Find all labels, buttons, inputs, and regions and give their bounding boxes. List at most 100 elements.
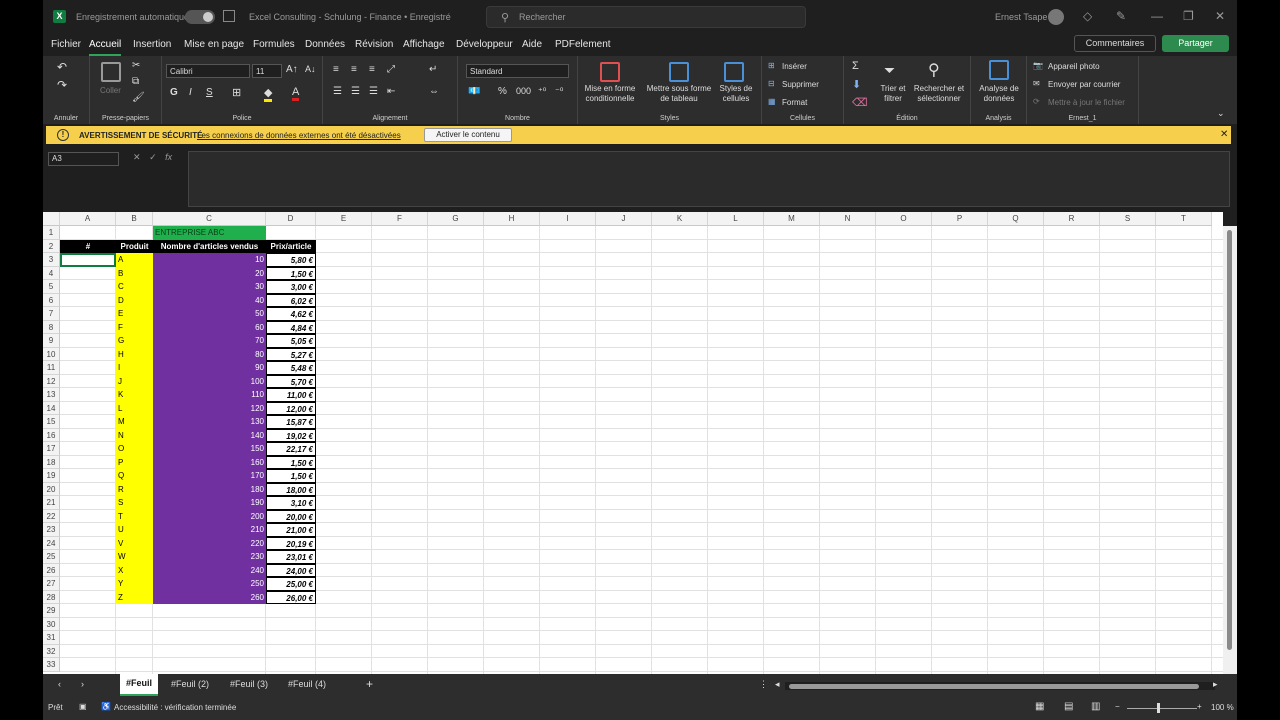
- tab-fichier[interactable]: Fichier: [51, 39, 81, 50]
- sheet-tab-feuil-3[interactable]: #Feuil (3): [230, 679, 268, 689]
- product-cell[interactable]: C: [116, 280, 153, 294]
- product-cell[interactable]: E: [116, 307, 153, 321]
- page-break-icon[interactable]: ▥: [1091, 701, 1100, 712]
- quantity-cell[interactable]: 180: [153, 482, 266, 496]
- bold-button[interactable]: G: [170, 87, 178, 98]
- row-header[interactable]: 28: [43, 590, 60, 604]
- insert-button[interactable]: Insérer: [782, 62, 807, 71]
- tab-insertion[interactable]: Insertion: [133, 39, 171, 50]
- diamond-icon[interactable]: ◇: [1083, 9, 1092, 23]
- price-cell[interactable]: 5,48 €: [266, 361, 316, 375]
- product-cell[interactable]: P: [116, 455, 153, 469]
- tab-pdfelement[interactable]: PDFelement: [555, 39, 611, 50]
- name-box[interactable]: A3: [48, 152, 119, 166]
- price-cell[interactable]: 3,10 €: [266, 496, 316, 510]
- row-header[interactable]: 30: [43, 617, 60, 631]
- product-cell[interactable]: U: [116, 523, 153, 537]
- quantity-cell[interactable]: 190: [153, 496, 266, 510]
- number-format-select[interactable]: Standard: [466, 64, 569, 78]
- price-cell[interactable]: 24,00 €: [266, 563, 316, 577]
- cell-styles-icon[interactable]: [724, 62, 744, 82]
- price-cell[interactable]: 19,02 €: [266, 428, 316, 442]
- column-header-q[interactable]: Q: [988, 212, 1044, 226]
- product-cell[interactable]: I: [116, 361, 153, 375]
- update-file-button[interactable]: Mettre à jour le fichier: [1048, 98, 1125, 107]
- sheet-tab-feuil-4[interactable]: #Feuil (4): [288, 679, 326, 689]
- paste-icon[interactable]: [101, 62, 121, 82]
- accessibility-status[interactable]: Accessibilité : vérification terminée: [114, 703, 236, 712]
- product-cell[interactable]: A: [116, 253, 153, 267]
- format-button[interactable]: Format: [782, 98, 807, 107]
- column-header-s[interactable]: S: [1100, 212, 1156, 226]
- header-cell[interactable]: Prix/article: [266, 239, 316, 253]
- row-header[interactable]: 17: [43, 442, 60, 456]
- close-icon[interactable]: ✕: [1215, 9, 1225, 23]
- close-icon[interactable]: ✕: [1220, 129, 1228, 140]
- font-color-icon[interactable]: A: [292, 86, 300, 101]
- send-mail-button[interactable]: Envoyer par courrier: [1048, 80, 1120, 89]
- worksheet-grid[interactable]: A B C D E F G H I J K L M N O P Q R S T 1 2 3 4 5 6 7 8 9 10 11 12 13 14 1…: [43, 212, 1223, 674]
- sheet-tab-feuil[interactable]: #Feuil: [120, 674, 159, 696]
- product-cell[interactable]: H: [116, 347, 153, 361]
- normal-view-icon[interactable]: ▦: [1035, 701, 1044, 712]
- price-cell[interactable]: 15,87 €: [266, 415, 316, 429]
- increase-decimal-icon[interactable]: ⁺⁰: [538, 86, 546, 97]
- price-cell[interactable]: 4,62 €: [266, 307, 316, 321]
- hscroll-thumb[interactable]: [789, 684, 1199, 689]
- column-header-r[interactable]: R: [1044, 212, 1100, 226]
- quantity-cell[interactable]: 260: [153, 590, 266, 604]
- price-cell[interactable]: 20,19 €: [266, 536, 316, 550]
- quantity-cell[interactable]: 60: [153, 320, 266, 334]
- column-header-e[interactable]: E: [316, 212, 372, 226]
- scroll-right-icon[interactable]: ▸: [1213, 679, 1218, 690]
- column-header-f[interactable]: F: [372, 212, 428, 226]
- quantity-cell[interactable]: 80: [153, 347, 266, 361]
- formula-input[interactable]: [188, 151, 1230, 207]
- share-button[interactable]: Partager: [1162, 35, 1229, 52]
- column-header-m[interactable]: M: [764, 212, 820, 226]
- italic-button[interactable]: I: [189, 87, 192, 98]
- product-cell[interactable]: V: [116, 536, 153, 550]
- conditional-format-button[interactable]: Mise en forme conditionnelle: [582, 84, 638, 104]
- column-header-o[interactable]: O: [876, 212, 932, 226]
- restore-icon[interactable]: ❐: [1183, 9, 1194, 23]
- zoom-slider[interactable]: [1127, 708, 1197, 709]
- quantity-cell[interactable]: 100: [153, 374, 266, 388]
- product-cell[interactable]: W: [116, 550, 153, 564]
- quantity-cell[interactable]: 130: [153, 415, 266, 429]
- quantity-cell[interactable]: 240: [153, 563, 266, 577]
- paste-label[interactable]: Coller: [100, 86, 121, 95]
- vertical-scrollbar[interactable]: [1223, 226, 1237, 674]
- row-header[interactable]: 9: [43, 334, 60, 348]
- tab-affichage[interactable]: Affichage: [403, 39, 445, 50]
- search-box[interactable]: ⚲ Rechercher: [486, 6, 806, 28]
- column-header-b[interactable]: B: [116, 212, 153, 226]
- quantity-cell[interactable]: 170: [153, 469, 266, 483]
- warning-message[interactable]: Les connexions de données externes ont é…: [197, 131, 401, 140]
- column-header-c[interactable]: C: [153, 212, 266, 226]
- quantity-cell[interactable]: 150: [153, 442, 266, 456]
- quantity-cell[interactable]: 110: [153, 388, 266, 402]
- quantity-cell[interactable]: 200: [153, 509, 266, 523]
- quantity-cell[interactable]: 230: [153, 550, 266, 564]
- row-header[interactable]: 6: [43, 293, 60, 307]
- function-icon[interactable]: fx: [165, 152, 172, 162]
- column-header-g[interactable]: G: [428, 212, 484, 226]
- row-header[interactable]: 3: [43, 253, 60, 267]
- avatar[interactable]: [1048, 9, 1064, 25]
- row-header[interactable]: 11: [43, 361, 60, 375]
- row-header[interactable]: 1: [43, 226, 60, 240]
- zoom-in-icon[interactable]: +: [1197, 702, 1202, 711]
- camera-button[interactable]: Appareil photo: [1048, 62, 1100, 71]
- comments-button[interactable]: Commentaires: [1074, 35, 1156, 52]
- quantity-cell[interactable]: 160: [153, 455, 266, 469]
- price-cell[interactable]: 12,00 €: [266, 401, 316, 415]
- product-cell[interactable]: S: [116, 496, 153, 510]
- find-select-button[interactable]: Rechercher et sélectionner: [910, 84, 968, 104]
- product-cell[interactable]: R: [116, 482, 153, 496]
- row-header[interactable]: 13: [43, 388, 60, 402]
- horizontal-scrollbar[interactable]: [785, 682, 1215, 690]
- price-cell[interactable]: 23,01 €: [266, 550, 316, 564]
- autosum-icon[interactable]: Σ: [852, 60, 859, 72]
- price-cell[interactable]: 5,05 €: [266, 334, 316, 348]
